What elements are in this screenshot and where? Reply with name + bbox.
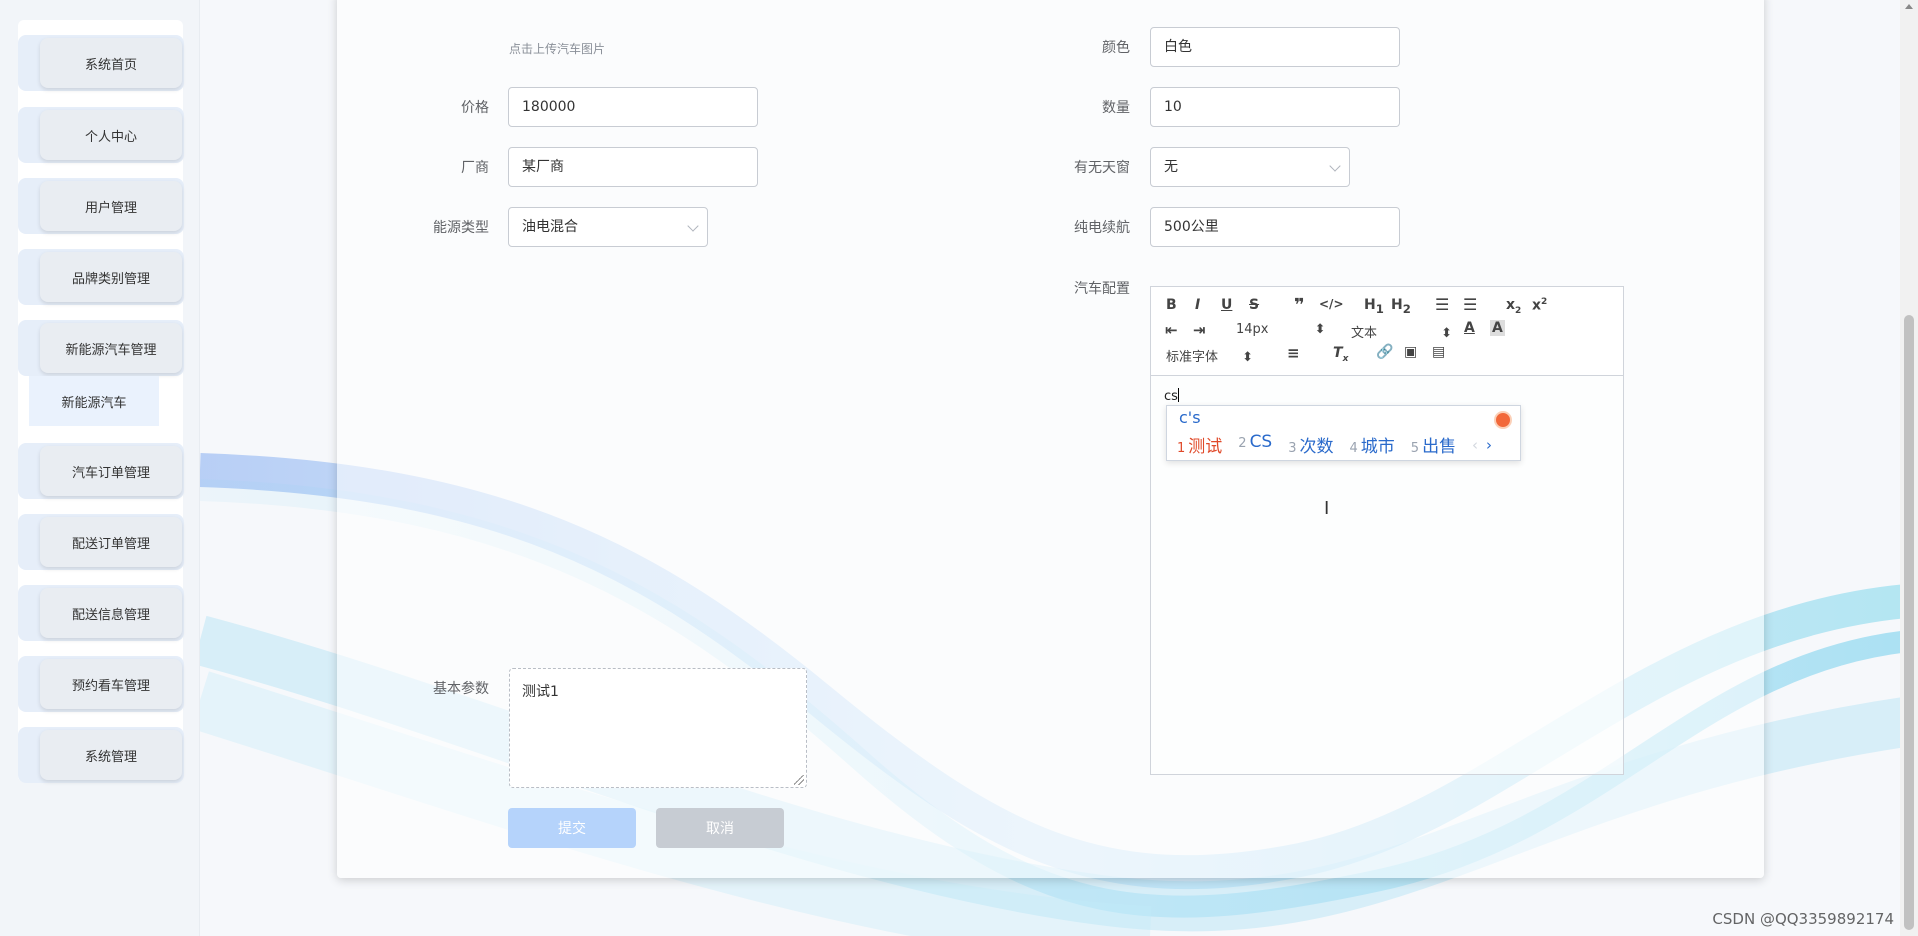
ime-candidate[interactable]: 2 CS <box>1238 432 1272 457</box>
energy-select[interactable]: 油电混合 <box>508 207 708 247</box>
color-label: 颜色 <box>1102 40 1130 56</box>
config-editor[interactable]: B I U S ❞ </> H1 H2 ☰ ☰ x2 x2 ⇤ ⇥ 14px ⬍… <box>1150 286 1624 775</box>
blockquote-icon[interactable]: ❞ <box>1294 295 1305 316</box>
params-value: 测试1 <box>522 684 559 700</box>
editor-toolbar: B I U S ❞ </> H1 H2 ☰ ☰ x2 x2 ⇤ ⇥ 14px ⬍… <box>1151 287 1623 376</box>
outdent-icon[interactable]: ⇤ <box>1165 321 1178 339</box>
params-label: 基本参数 <box>433 681 489 697</box>
code-icon[interactable]: </> <box>1319 297 1344 311</box>
params-textarea[interactable]: 测试1 <box>509 668 807 788</box>
header-value: 文本 <box>1351 326 1378 341</box>
italic-icon[interactable]: I <box>1195 297 1200 313</box>
ime-candidate-number: 1 <box>1177 441 1186 456</box>
chevron-down-icon <box>1329 160 1341 172</box>
ime-candidate-number: 4 <box>1349 441 1358 456</box>
submit-button[interactable]: 提交 <box>508 808 636 848</box>
quantity-field[interactable]: 10 <box>1150 87 1400 127</box>
ime-candidate-text: CS <box>1249 432 1273 452</box>
link-icon[interactable]: 🔗 <box>1376 344 1393 360</box>
ime-candidates: 1 测试 2 CS 3 次数 4 城市 5 出售 <box>1177 432 1456 457</box>
price-label: 价格 <box>461 100 489 116</box>
header-select[interactable]: 文本 ⬍ <box>1351 322 1452 341</box>
price-field[interactable]: 180000 <box>508 87 758 127</box>
scroll-thumb[interactable] <box>1904 315 1914 930</box>
range-field[interactable]: 500公里 <box>1150 207 1400 247</box>
editor-content-text: cs <box>1164 389 1178 404</box>
chevron-left-icon[interactable]: ‹ <box>1472 436 1478 454</box>
ime-candidate-text: 出售 <box>1422 437 1457 457</box>
chevron-right-icon[interactable]: › <box>1486 436 1492 454</box>
ime-candidate[interactable]: 4 城市 <box>1350 432 1395 457</box>
sunroof-label: 有无天窗 <box>1074 160 1130 176</box>
energy-label: 能源类型 <box>433 220 489 236</box>
font-family-select[interactable]: 标准字体 ⬍ <box>1166 346 1253 365</box>
watermark: CSDN @QQ3359892174 <box>1712 910 1894 928</box>
ime-candidate[interactable]: 5 出售 <box>1411 432 1456 457</box>
ime-logo-icon[interactable] <box>1494 411 1512 429</box>
indent-icon[interactable]: ⇥ <box>1193 321 1206 339</box>
h2-icon[interactable]: H2 <box>1391 297 1411 316</box>
updown-icon: ⬍ <box>1242 350 1254 365</box>
ime-candidate-window: c's 1 测试 2 CS 3 次数 4 城市 5 出售 ‹ › <box>1166 405 1521 461</box>
text-caret <box>1177 388 1179 402</box>
video-icon[interactable]: ▤ <box>1432 344 1445 360</box>
maker-field[interactable]: 某厂商 <box>508 147 758 187</box>
text-cursor-icon: I <box>1324 498 1330 519</box>
config-label: 汽车配置 <box>1074 281 1130 297</box>
bullet-list-icon[interactable]: ☰ <box>1463 295 1477 314</box>
bold-icon[interactable]: B <box>1166 297 1177 313</box>
energy-value: 油电混合 <box>522 219 578 235</box>
font-size-value: 14px <box>1236 322 1269 337</box>
ime-candidate-text: 城市 <box>1360 437 1395 457</box>
font-color-icon[interactable]: A <box>1464 320 1475 336</box>
quantity-label: 数量 <box>1102 100 1130 116</box>
updown-icon: ⬍ <box>1441 326 1453 341</box>
cancel-button[interactable]: 取消 <box>656 808 784 848</box>
align-icon[interactable]: ≡ <box>1287 344 1300 362</box>
h1-icon[interactable]: H1 <box>1364 297 1384 316</box>
editor-content[interactable]: cs <box>1164 388 1179 404</box>
strikethrough-icon[interactable]: S <box>1249 297 1259 313</box>
font-size-select[interactable]: 14px ⬍ <box>1236 322 1326 337</box>
sunroof-select[interactable]: 无 <box>1150 147 1350 187</box>
subscript-icon[interactable]: x2 <box>1506 297 1521 316</box>
ime-candidate[interactable]: 3 次数 <box>1288 432 1333 457</box>
ime-candidate-text: 测试 <box>1188 437 1223 457</box>
sunroof-value: 无 <box>1164 159 1178 175</box>
chevron-down-icon <box>687 220 699 232</box>
ime-candidate-text: 次数 <box>1299 437 1334 457</box>
clear-format-icon[interactable]: Tx <box>1333 345 1348 364</box>
ime-pinyin: c's <box>1179 408 1201 427</box>
range-label: 纯电续航 <box>1074 220 1130 236</box>
resize-grip-icon[interactable] <box>794 775 804 785</box>
upload-hint[interactable]: 点击上传汽车图片 <box>509 40 605 57</box>
updown-icon: ⬍ <box>1314 322 1326 337</box>
image-icon[interactable]: ▣ <box>1404 344 1417 360</box>
font-family-value: 标准字体 <box>1166 350 1219 365</box>
ime-candidate-number: 2 <box>1238 436 1247 451</box>
ime-page-nav[interactable]: ‹ › <box>1472 436 1492 454</box>
underline-icon[interactable]: U <box>1221 297 1232 313</box>
background-color-icon[interactable]: A <box>1490 320 1505 336</box>
color-field[interactable]: 白色 <box>1150 27 1400 67</box>
scroll-up-icon[interactable] <box>1905 4 1913 9</box>
maker-label: 厂商 <box>461 160 489 176</box>
superscript-icon[interactable]: x2 <box>1532 297 1547 314</box>
page-scrollbar[interactable] <box>1900 0 1918 936</box>
ime-candidate-number: 3 <box>1288 441 1297 456</box>
ime-candidate[interactable]: 1 测试 <box>1177 432 1222 457</box>
ordered-list-icon[interactable]: ☰ <box>1435 295 1449 314</box>
ime-candidate-number: 5 <box>1410 441 1420 456</box>
